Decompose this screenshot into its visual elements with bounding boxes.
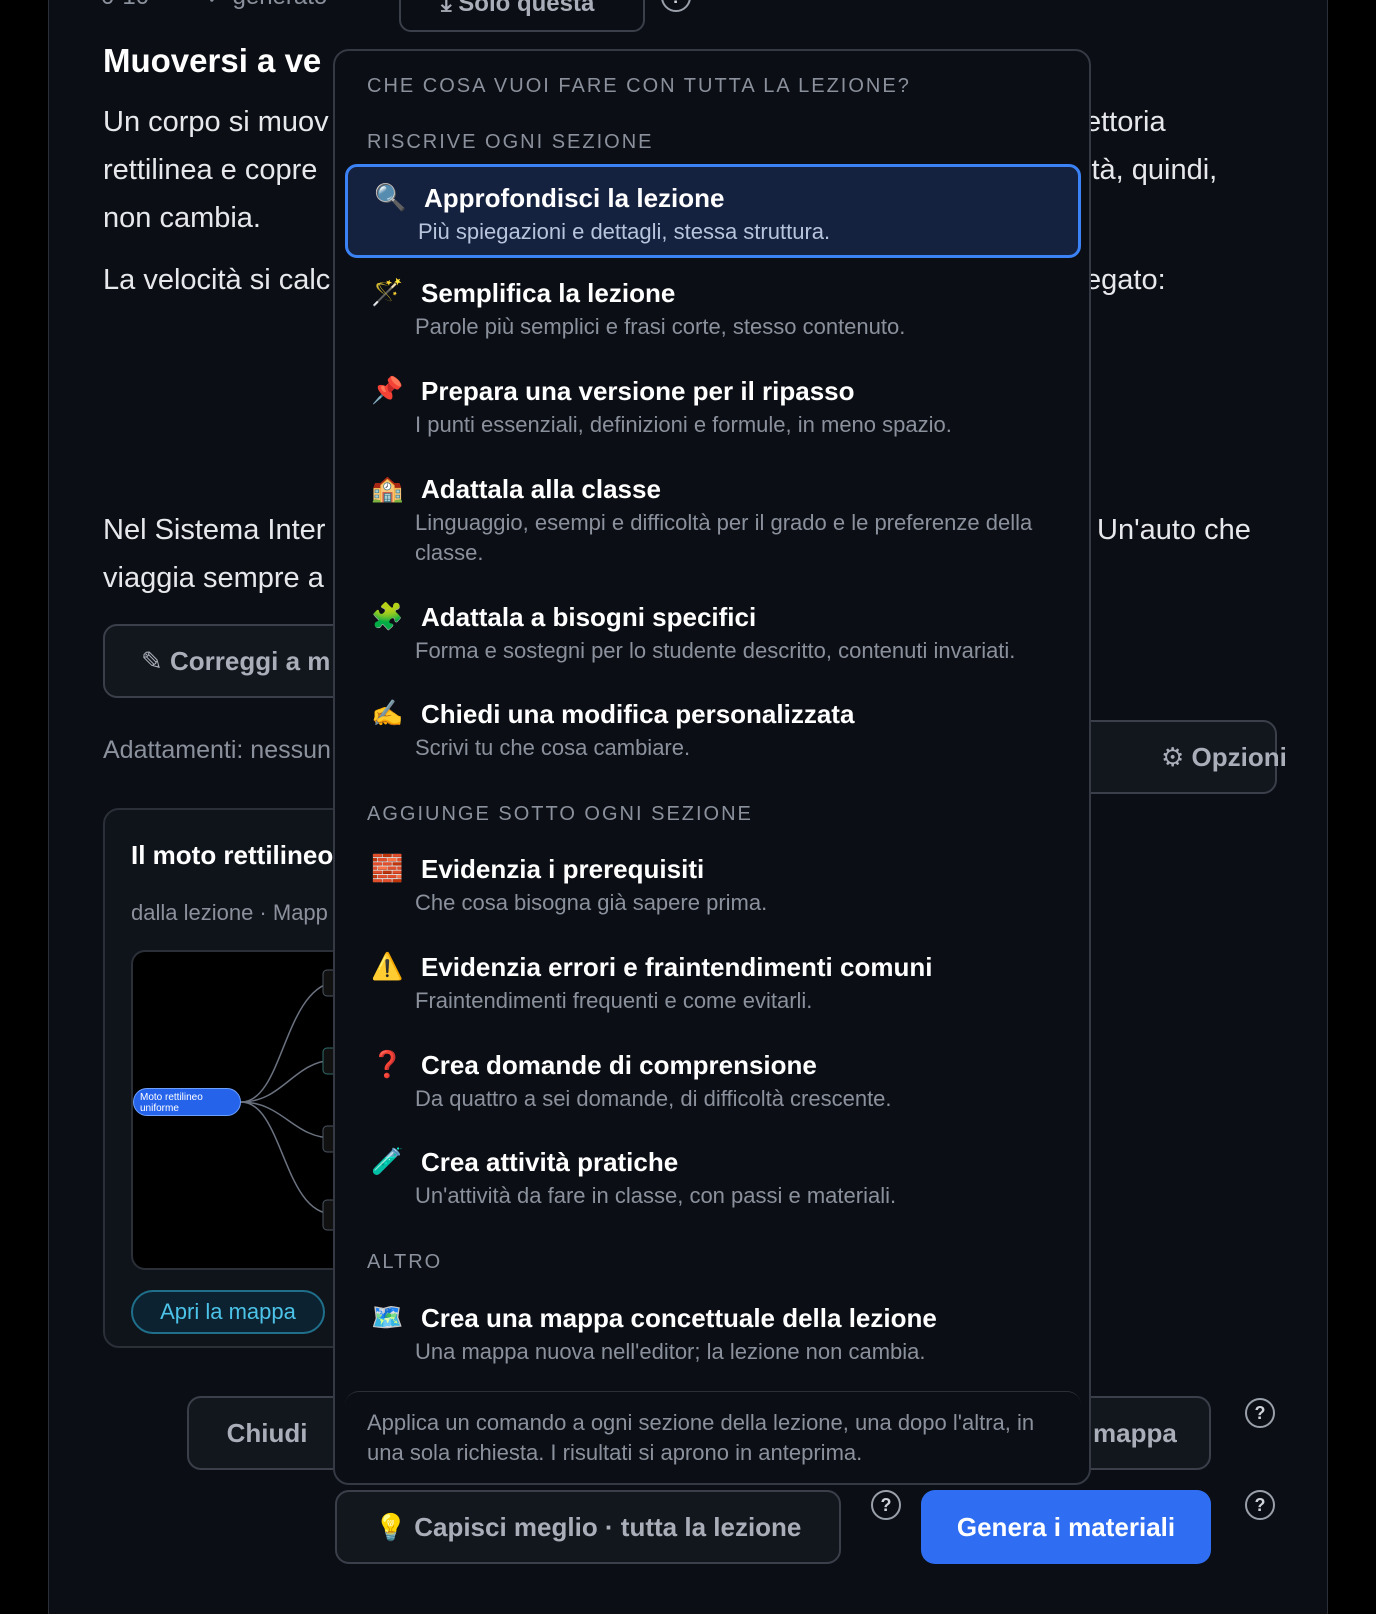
help-icon[interactable]: ? xyxy=(1245,1398,1275,1428)
understand-better-button[interactable]: 💡 Capisci meglio · tutta la lezione xyxy=(335,1490,841,1564)
menu-item-review-version[interactable]: 📌 Prepara una versione per il ripasso I … xyxy=(345,360,1081,454)
paragraph-line: La velocità si calc xyxy=(103,264,331,296)
only-this-button[interactable]: ⤓ Solo questa xyxy=(399,0,645,32)
group-label-append: AGGIUNGE SOTTO OGNI SEZIONE xyxy=(367,803,753,825)
menu-item-desc: Che cosa bisogna già sapere prima. xyxy=(415,890,768,915)
pushpin-icon: 📌 xyxy=(371,375,404,405)
menu-item-concept-map[interactable]: 🗺️ Crea una mappa concettuale della lezi… xyxy=(345,1287,1081,1381)
magic-wand-icon: 🪄 xyxy=(371,277,404,307)
generated-status: ✓ generato xyxy=(206,0,328,10)
brick-icon: 🧱 xyxy=(371,853,404,883)
menu-item-title: Approfondisci la lezione xyxy=(424,183,725,213)
question-mark-icon: ❓ xyxy=(371,1049,404,1079)
help-icon[interactable]: ? xyxy=(871,1490,901,1520)
menu-item-practical-activities[interactable]: 🧪 Crea attività pratiche Un'attività da … xyxy=(345,1131,1081,1225)
open-map-link[interactable]: Apri la mappa xyxy=(131,1290,325,1334)
card-title: Il moto rettilineo xyxy=(131,840,334,870)
map-icon: 🗺️ xyxy=(371,1302,404,1332)
help-icon[interactable]: ? xyxy=(1245,1490,1275,1520)
paragraph-line: Nel Sistema Inter xyxy=(103,514,326,546)
magnifier-icon: 🔍 xyxy=(374,182,407,212)
menu-item-desc: Un'attività da fare in classe, con passi… xyxy=(415,1183,897,1208)
menu-item-desc: Linguaggio, esempi e difficoltà per il g… xyxy=(415,510,1033,565)
paragraph-line: Un'auto che xyxy=(1097,514,1251,546)
paragraph-line: rettilinea e copre xyxy=(103,154,318,186)
menu-item-desc: Forma e sostegni per lo studente descrit… xyxy=(415,638,1016,663)
close-button[interactable]: Chiudi xyxy=(187,1396,347,1470)
puzzle-icon: 🧩 xyxy=(371,601,404,631)
menu-item-title: Adattala alla classe xyxy=(421,474,661,504)
paragraph-line: ettoria xyxy=(1085,106,1166,138)
menu-item-title: Evidenzia errori e fraintendimenti comun… xyxy=(421,952,933,982)
paragraph-line: viaggia sempre a xyxy=(103,562,324,594)
test-tube-icon: 🧪 xyxy=(371,1146,404,1176)
menu-item-title: Semplifica la lezione xyxy=(421,278,676,308)
menu-item-title: Adattala a bisogni specifici xyxy=(421,602,757,632)
menu-item-desc: Scrivi tu che cosa cambiare. xyxy=(415,735,691,760)
menu-item-title: Evidenzia i prerequisiti xyxy=(421,854,705,884)
paragraph-line: Un corpo si muov xyxy=(103,106,329,138)
menu-item-comprehension-questions[interactable]: ❓ Crea domande di comprensione Da quattr… xyxy=(345,1034,1081,1128)
menu-item-title: Crea attività pratiche xyxy=(421,1147,679,1177)
help-icon[interactable]: ? xyxy=(661,0,691,12)
school-icon: 🏫 xyxy=(371,473,404,503)
grade-range: 0-10 xyxy=(101,0,149,10)
paragraph-line: egato: xyxy=(1085,264,1166,296)
writing-hand-icon: ✍️ xyxy=(371,698,404,728)
menu-item-prerequisites[interactable]: 🧱 Evidenzia i prerequisiti Che cosa biso… xyxy=(345,838,1081,932)
menu-item-adapt-needs[interactable]: 🧩 Adattala a bisogni specifici Forma e s… xyxy=(345,586,1081,680)
menu-item-title: Crea domande di comprensione xyxy=(421,1050,817,1080)
lesson-actions-menu: CHE COSA VUOI FARE CON TUTTA LA LEZIONE?… xyxy=(333,49,1091,1485)
group-label-rewrite: RISCRIVE OGNI SEZIONE xyxy=(367,131,654,153)
paragraph-line: ità, quindi, xyxy=(1085,154,1218,186)
menu-item-desc: Fraintendimenti frequenti e come evitarl… xyxy=(415,988,813,1013)
menu-item-desc: Parole più semplici e frasi corte, stess… xyxy=(415,314,906,339)
menu-item-title: Chiedi una modifica personalizzata xyxy=(421,699,855,729)
menu-item-desc: Da quattro a sei domande, di difficoltà … xyxy=(415,1086,892,1111)
card-subtitle: dalla lezione · Mapp xyxy=(131,900,328,925)
menu-item-title: Crea una mappa concettuale della lezione xyxy=(421,1303,937,1333)
menu-item-desc: I punti essenziali, definizioni e formul… xyxy=(415,412,952,437)
paragraph-line: non cambia. xyxy=(103,202,261,234)
menu-item-common-errors[interactable]: ⚠️ Evidenzia errori e fraintendimenti co… xyxy=(345,936,1081,1030)
menu-item-custom-edit[interactable]: ✍️ Chiedi una modifica personalizzata Sc… xyxy=(345,683,1081,777)
lesson-meta-line: 0-10 ✓ generato xyxy=(101,0,377,11)
group-label-other: ALTRO xyxy=(367,1251,443,1273)
map-root-node: Moto rettilineo uniforme xyxy=(133,1088,241,1116)
menu-heading: CHE COSA VUOI FARE CON TUTTA LA LEZIONE? xyxy=(367,75,911,97)
menu-item-adapt-class[interactable]: 🏫 Adattala alla classe Linguaggio, esemp… xyxy=(345,458,1081,584)
warning-icon: ⚠️ xyxy=(371,951,404,981)
generate-materials-button[interactable]: Genera i materiali xyxy=(921,1490,1211,1564)
menu-item-title: Prepara una versione per il ripasso xyxy=(421,376,855,406)
menu-footer-note: Applica un comando a ogni sezione della … xyxy=(345,1391,1081,1481)
menu-item-desc: Una mappa nuova nell'editor; la lezione … xyxy=(415,1339,926,1364)
section-title: Muoversi a ve xyxy=(103,42,322,79)
menu-item-desc: Più spiegazioni e dettagli, stessa strut… xyxy=(418,219,831,244)
menu-item-simplify[interactable]: 🪄 Semplifica la lezione Parole più sempl… xyxy=(345,262,1081,356)
adaptations-status: Adattamenti: nessun xyxy=(103,736,331,764)
menu-item-deepen[interactable]: 🔍 Approfondisci la lezione Più spiegazio… xyxy=(345,164,1081,258)
